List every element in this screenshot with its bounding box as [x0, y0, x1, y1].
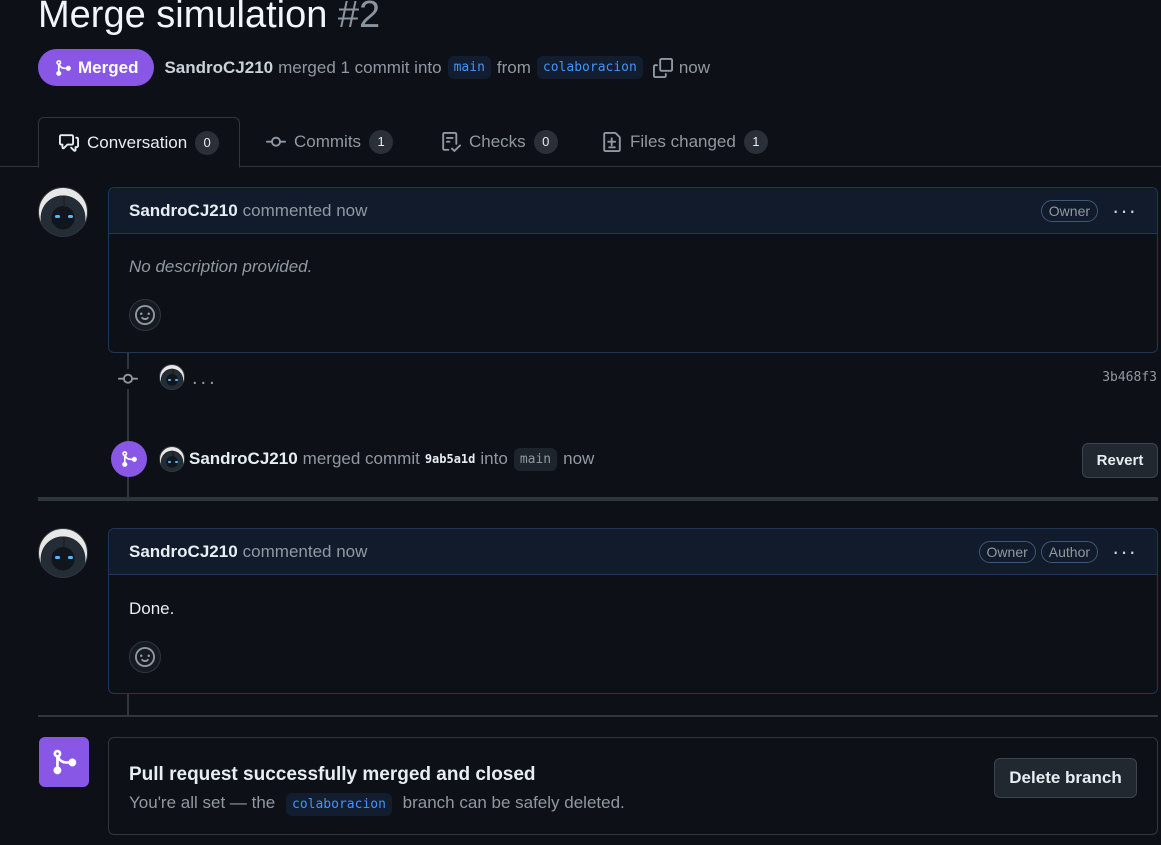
merged-panel-text-before: You're all set — the [129, 793, 276, 812]
merge-text: merged commit [302, 449, 420, 468]
commit-avatar[interactable] [159, 364, 185, 390]
merged-state-label: Merged [78, 57, 139, 77]
comment-header-actions: Owner Author ··· [978, 540, 1137, 563]
merged-panel-title: Pull request successfully merged and clo… [129, 764, 536, 785]
timeline-line [127, 694, 129, 716]
tab-conversation-count: 0 [195, 130, 220, 155]
comment-body: Done. [109, 575, 1157, 695]
merge-avatar[interactable] [159, 446, 185, 472]
tab-commits[interactable]: Commits 1 [246, 117, 413, 167]
tab-files-changed[interactable]: Files changed 1 [582, 117, 788, 167]
owner-badge: Owner [978, 540, 1036, 563]
merged-status-icon-box [39, 737, 89, 787]
comment-author-link[interactable]: SandroCJ210 [129, 201, 238, 221]
pr-title: Merge simulation #2 [38, 0, 380, 37]
tab-checks-count: 0 [533, 130, 558, 154]
author-badge: Author [1040, 540, 1099, 563]
add-reaction-button[interactable] [129, 641, 161, 673]
tab-conversation[interactable]: Conversation 0 [38, 117, 241, 168]
pr-author-link[interactable]: SandroCJ210 [164, 58, 273, 78]
timeline-separator [38, 715, 1158, 717]
head-branch-link[interactable]: colaboracion [536, 56, 643, 79]
merge-author-link[interactable]: SandroCJ210 [189, 449, 298, 469]
pr-time: now [678, 57, 711, 77]
file-diff-icon [603, 132, 621, 152]
tab-conversation-label: Conversation [87, 132, 188, 152]
timeline-separator [38, 497, 1158, 501]
tab-files-changed-count: 1 [743, 130, 768, 154]
git-commit-icon [266, 136, 286, 147]
revert-button[interactable]: Revert [1082, 443, 1158, 478]
tab-commits-count: 1 [369, 130, 394, 154]
kebab-menu-icon[interactable]: ··· [1112, 199, 1137, 222]
comment-header: SandroCJ210 commented now Owner Author ·… [109, 529, 1157, 575]
comment-card: SandroCJ210 commented now Owner Author ·… [108, 528, 1158, 694]
merge-time: now [563, 449, 595, 468]
add-reaction-button[interactable] [129, 299, 161, 331]
avatar[interactable] [38, 528, 88, 578]
commit-sha-link[interactable]: 3b468f3 [1102, 370, 1157, 385]
merge-commit-sha-link[interactable]: 9ab5a1d [425, 452, 476, 466]
tab-files-changed-label: Files changed [630, 132, 736, 151]
comment-body: No description provided. [109, 234, 1157, 353]
tab-checks[interactable]: Checks 0 [421, 117, 578, 167]
pr-title-text: Merge simulation [38, 0, 328, 36]
comment-meta: commented now [242, 200, 368, 220]
git-merge-icon [53, 749, 77, 775]
delete-branch-button[interactable]: Delete branch [994, 758, 1137, 798]
commit-node [118, 369, 138, 389]
smiley-icon [135, 647, 155, 667]
pr-number: #2 [337, 0, 381, 36]
merged-panel-text: You're all set — the colaboracion branch… [129, 793, 1137, 816]
git-merge-icon [56, 59, 71, 76]
comment-discussion-icon [59, 133, 79, 152]
tab-checks-label: Checks [469, 132, 526, 151]
git-commit-icon [118, 373, 138, 384]
comment-header: SandroCJ210 commented now Owner ··· [109, 188, 1157, 234]
comment-body-text: No description provided. [129, 257, 313, 276]
commit-message-ellipsis[interactable]: ... [192, 367, 218, 390]
owner-badge: Owner [1040, 199, 1099, 222]
merged-state-badge: Merged [38, 49, 155, 86]
comment-meta: commented now [242, 541, 368, 561]
merged-panel-text-after: branch can be safely deleted. [402, 793, 625, 812]
pr-meta: Merged SandroCJ210 merged 1 commit into … [38, 49, 710, 86]
merged-panel-branch-link[interactable]: colaboracion [286, 793, 392, 816]
from-text: from [496, 57, 531, 77]
avatar[interactable] [38, 187, 88, 237]
pr-summary-text: merged 1 commit into [278, 57, 442, 77]
comment-author-link[interactable]: SandroCJ210 [129, 542, 238, 562]
merge-event-node [111, 441, 147, 477]
comment-card: SandroCJ210 commented now Owner ··· No d… [108, 187, 1158, 353]
checklist-icon [442, 132, 461, 152]
pr-tabs: Conversation 0 Commits 1 Checks 0 Files … [0, 117, 1161, 168]
copy-icon[interactable] [652, 57, 673, 78]
merge-branch-link[interactable]: main [513, 447, 558, 471]
tab-commits-label: Commits [294, 132, 362, 151]
merge-into-text: into [480, 449, 508, 468]
smiley-icon [135, 305, 155, 325]
comment-header-actions: Owner ··· [1040, 199, 1137, 222]
merge-event: SandroCJ210 merged commit 9ab5a1d into m… [159, 443, 594, 475]
comment-body-text: Done. [129, 599, 175, 618]
kebab-menu-icon[interactable]: ··· [1112, 540, 1137, 563]
base-branch-link[interactable]: main [447, 56, 491, 79]
git-merge-icon [122, 451, 137, 467]
